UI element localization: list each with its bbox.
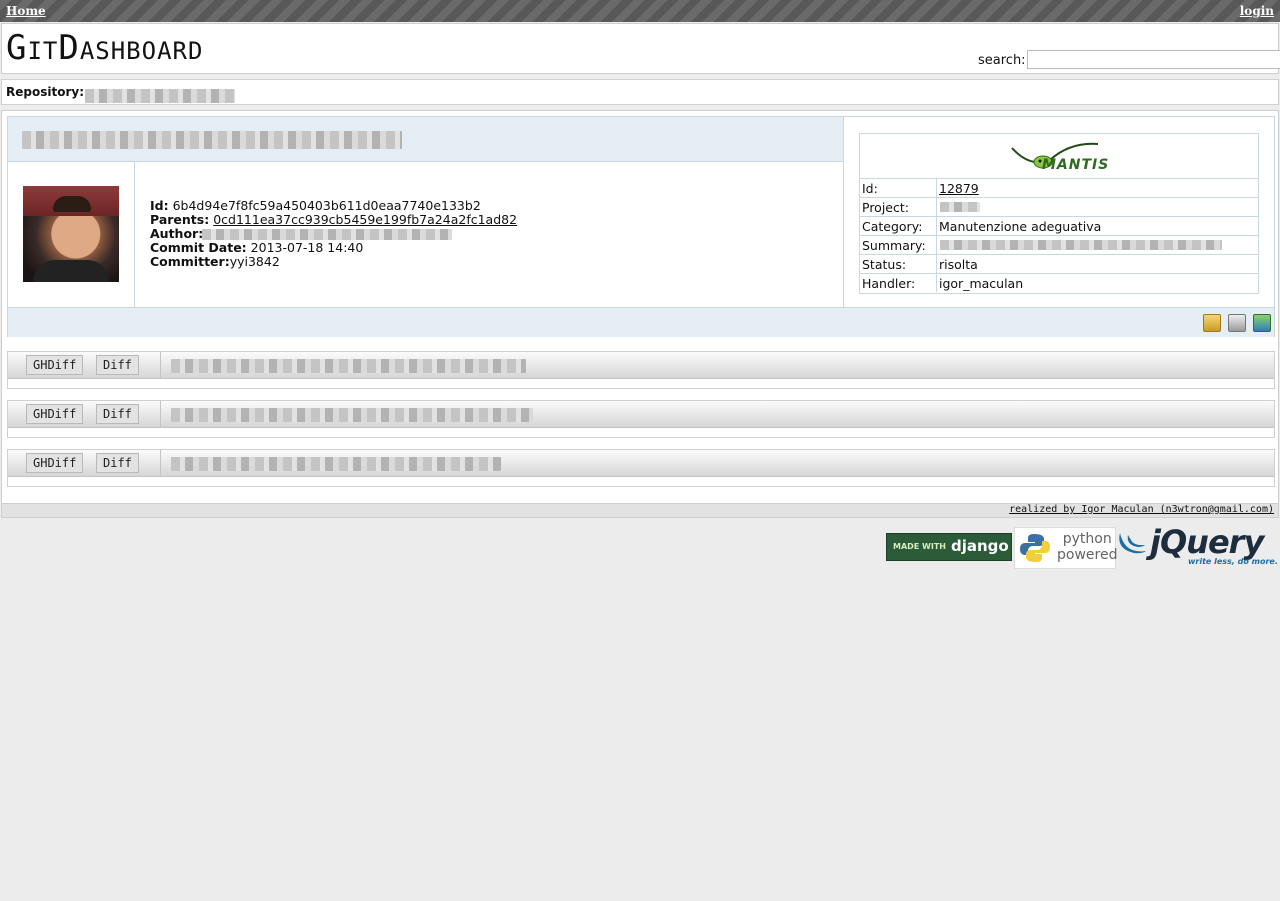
project-redacted [940, 202, 980, 212]
python-badge[interactable]: python powered [1014, 527, 1118, 569]
parent-commit-link[interactable]: 0cd111ea37cc939cb5459e199fb7a24a2fc1ad82 [213, 212, 517, 227]
archive-download-icon[interactable] [1228, 314, 1246, 332]
file-path-redacted[interactable] [171, 457, 501, 471]
django-badge[interactable]: MADE WITH django [886, 533, 1012, 561]
mantis-key: Handler: [862, 276, 916, 291]
committer-line: Committer:yyi3842 [150, 255, 517, 269]
repository-bar: Repository: [1, 79, 1279, 105]
commit-id-label: Id: [150, 198, 169, 213]
jquery-tagline: write less, do more. [1188, 557, 1278, 566]
login-link[interactable]: login [1240, 4, 1274, 18]
author-redacted [202, 229, 452, 240]
jquery-badge-text: jQuery [1150, 523, 1264, 561]
home-link[interactable]: Home [6, 4, 46, 18]
committer-label: Committer: [150, 254, 230, 269]
commit-date-line: Commit Date: 2013-07-18 14:40 [150, 241, 517, 255]
mantis-row-id: Id: 12879 [860, 179, 1258, 198]
app-logo[interactable]: GitDashboard [6, 28, 203, 68]
mantis-key: Category: [862, 219, 923, 234]
network-graph-icon[interactable] [1253, 314, 1271, 332]
commit-message-header [8, 117, 844, 162]
mantis-value: Manutenzione adeguativa [939, 219, 1102, 234]
mantis-value: risolta [939, 257, 978, 272]
mantis-row-summary: Summary: [860, 236, 1258, 255]
jquery-swirl-icon [1119, 533, 1146, 554]
repository-label: Repository: [6, 85, 84, 99]
diff-button[interactable]: Diff [96, 355, 139, 375]
commit-author-line: Author: [150, 227, 517, 241]
file-path-redacted[interactable] [171, 408, 533, 422]
diff-file-row: GHDiff Diff [7, 351, 1275, 389]
summary-redacted [940, 240, 1222, 250]
author-avatar-cell [8, 162, 135, 307]
commit-panel: Id: 6b4d94e7f8fc59a450403b611d0eaa7740e1… [7, 116, 1275, 337]
python-badge-line1: python [1062, 531, 1112, 547]
commit-parents-label: Parents: [150, 212, 210, 227]
tree-view-icon[interactable] [1203, 314, 1221, 332]
author-credit-link[interactable]: realized by Igor Maculan (n3wtron@gmail.… [1009, 504, 1274, 515]
mantis-key: Status: [862, 257, 907, 272]
commit-date-label: Commit Date: [150, 240, 247, 255]
file-path-redacted[interactable] [171, 359, 526, 373]
mantis-logo[interactable]: MANTIS [1010, 138, 1110, 176]
django-badge-small-text: MADE WITH [893, 542, 946, 551]
diff-button[interactable]: Diff [96, 404, 139, 424]
commit-author-label: Author: [150, 226, 204, 241]
avatar [23, 186, 119, 282]
commit-parents-line: Parents: 0cd111ea37cc939cb5459e199fb7a24… [150, 213, 517, 227]
python-logo-icon [1020, 534, 1050, 562]
jquery-badge[interactable]: jQuery write less, do more. [1116, 523, 1280, 571]
commit-actions-bar [8, 307, 1274, 337]
mantis-key: Project: [862, 200, 909, 215]
mantis-row-status: Status: risolta [860, 255, 1258, 274]
commit-id: 6b4d94e7f8fc59a450403b611d0eaa7740e133b2 [172, 198, 481, 213]
commit-message-redacted [22, 131, 402, 149]
main-content: Id: 6b4d94e7f8fc59a450403b611d0eaa7740e1… [1, 110, 1279, 504]
ghdiff-button[interactable]: GHDiff [26, 453, 84, 473]
diff-button[interactable]: Diff [96, 453, 139, 473]
search-input[interactable] [1027, 50, 1280, 69]
ghdiff-button[interactable]: GHDiff [26, 355, 84, 375]
mantis-key: Id: [862, 181, 878, 196]
credit-bar: realized by Igor Maculan (n3wtron@gmail.… [1, 503, 1279, 518]
mantis-key: Summary: [862, 238, 926, 253]
python-badge-line2: powered [1057, 547, 1118, 563]
top-nav-bar: Home login [0, 0, 1280, 22]
mantis-row-project: Project: [860, 198, 1258, 217]
mantis-row-category: Category: Manutenzione adeguativa [860, 217, 1258, 236]
committer: yyi3842 [229, 254, 280, 269]
ghdiff-button[interactable]: GHDiff [26, 404, 84, 424]
mantis-value: igor_maculan [939, 276, 1024, 291]
diff-file-row: GHDiff Diff [7, 449, 1275, 487]
page-header: GitDashboard search: [1, 23, 1280, 74]
mantis-issue-link[interactable]: 12879 [939, 181, 979, 196]
mantis-issue-table: MANTIS Id: 12879 Project: Category: Manu… [859, 133, 1259, 294]
diff-file-row: GHDiff Diff [7, 400, 1275, 438]
mantis-logo-text: MANTIS [1042, 157, 1110, 173]
repository-name-redacted[interactable] [85, 89, 235, 103]
mantis-logo-cell: MANTIS [860, 134, 1258, 179]
search-label: search: [978, 53, 1026, 68]
commit-info-cell: Id: 6b4d94e7f8fc59a450403b611d0eaa7740e1… [135, 162, 844, 307]
commit-date: 2013-07-18 14:40 [250, 240, 364, 255]
django-badge-text: django [951, 537, 1009, 555]
commit-id-line: Id: 6b4d94e7f8fc59a450403b611d0eaa7740e1… [150, 199, 517, 213]
mantis-row-handler: Handler: igor_maculan [860, 274, 1258, 292]
